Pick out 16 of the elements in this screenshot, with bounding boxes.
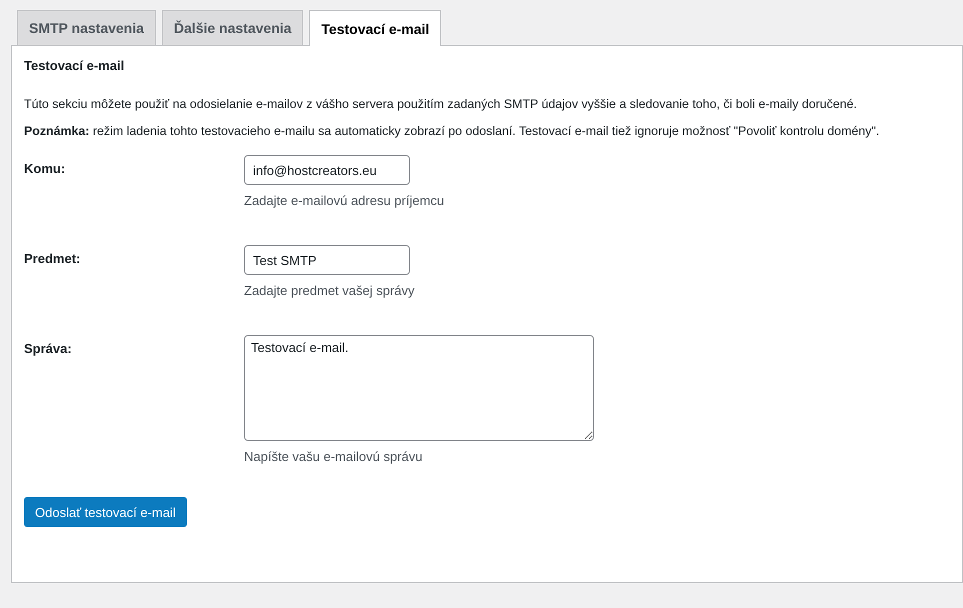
- tab[interactable]: Testovací e-mail: [309, 10, 442, 46]
- field-label: Predmet:: [24, 250, 82, 268]
- description-text: Túto sekciu môžete použiť na odosielanie e-mailov z vášho servera použitím zadaných SMTP údajov vyššie a sledovanie toho, či boli e-maily doručené.: [24, 97, 858, 111]
- field-hint: Zadajte predmet vašej správy: [244, 283, 415, 300]
- tab[interactable]: Ďalšie nastavenia: [162, 10, 304, 45]
- input-field[interactable]: Test SMTP: [244, 245, 410, 275]
- tab[interactable]: SMTP nastavenia: [17, 10, 156, 45]
- input-field[interactable]: info@hostcreators.eu: [244, 155, 410, 185]
- send-button[interactable]: Odoslať testovací e-mail: [24, 497, 187, 527]
- field-hint: Zadajte e-mailovú adresu príjemcu: [244, 193, 444, 210]
- field-label: Správa:: [24, 340, 73, 358]
- field-label: Komu:: [24, 160, 66, 178]
- description-text: Poznámka: režim ladenia tohto testovacieho e-mailu sa automaticky zobrazí po odoslaní. Testovací e-mail tiež ignoruje možnosť "Povoliť kontrolu domény".: [24, 124, 880, 138]
- panel-title: Testovací e-mail: [24, 58, 126, 73]
- message-field[interactable]: Testovací e-mail.: [244, 335, 594, 441]
- field-hint: Napíšte vašu e-mailovú správu: [244, 449, 424, 466]
